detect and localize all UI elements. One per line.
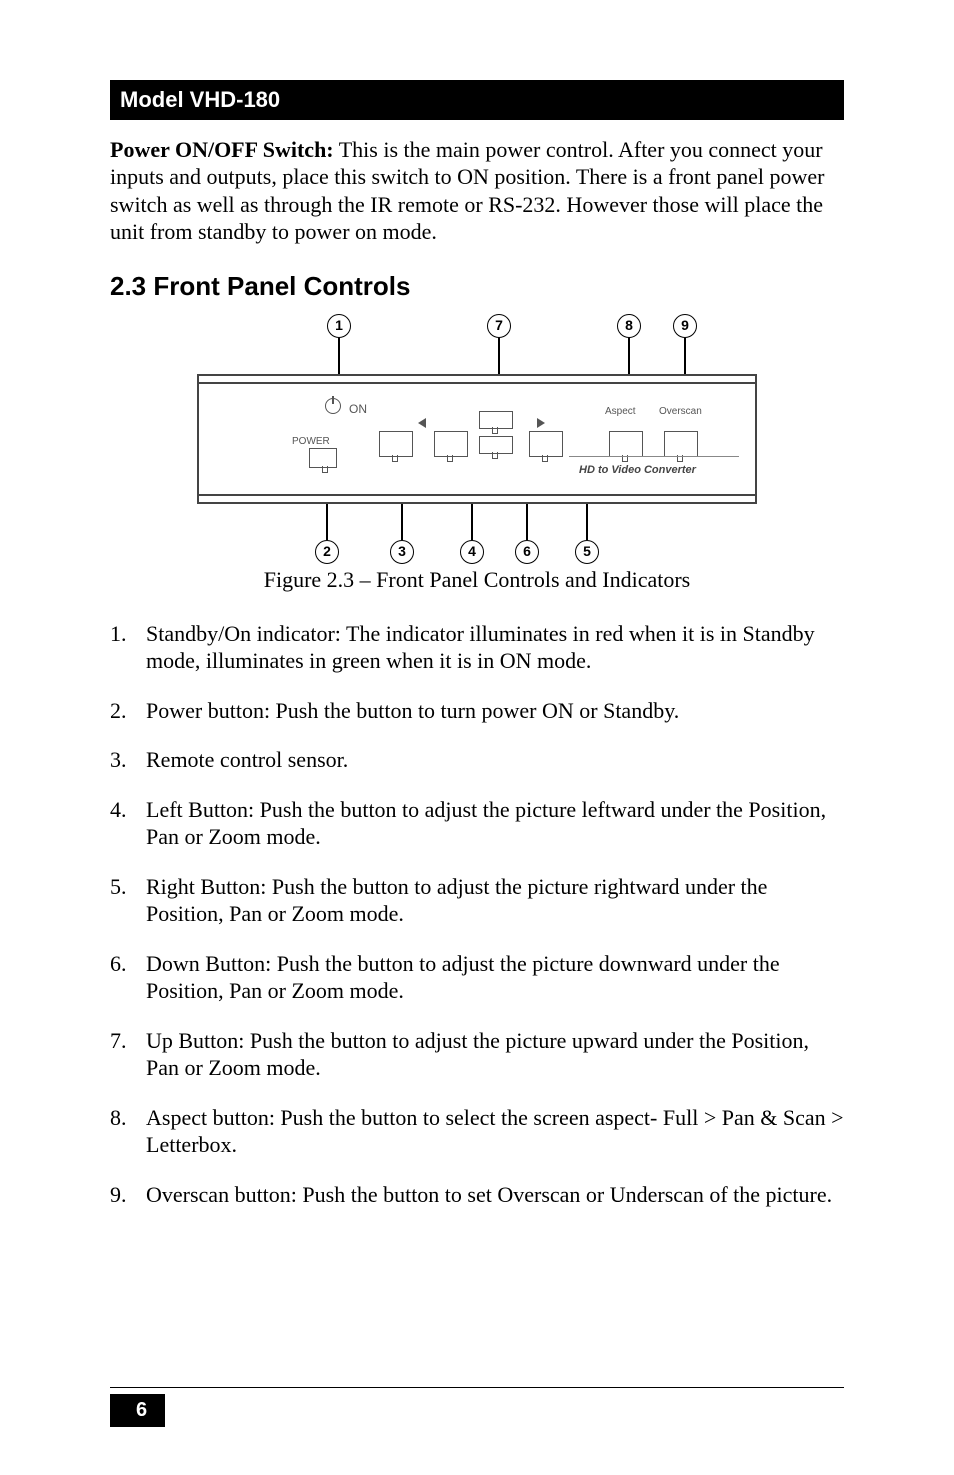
list-item: 2.Power button: Push the button to turn … xyxy=(110,697,844,725)
intro-paragraph: Power ON/OFF Switch: This is the main po… xyxy=(110,136,844,246)
item-number: 8. xyxy=(110,1104,146,1159)
device-label: HD to Video Converter xyxy=(579,464,696,478)
right-button-graphic xyxy=(529,431,563,457)
callout-circle: 6 xyxy=(515,540,539,564)
callout-7: 7 xyxy=(487,314,511,374)
list-item: 4.Left Button: Push the button to adjust… xyxy=(110,796,844,851)
right-arrow-icon xyxy=(537,418,545,428)
item-text: Right Button: Push the button to adjust … xyxy=(146,873,844,928)
callout-2: 2 xyxy=(315,504,339,564)
numbered-list: 1.Standby/On indicator: The indicator il… xyxy=(110,620,844,1209)
aspect-button-graphic xyxy=(609,431,643,457)
item-text: Overscan button: Push the button to set … xyxy=(146,1181,832,1209)
item-number: 9. xyxy=(110,1181,146,1209)
callout-1: 1 xyxy=(327,314,351,374)
aspect-label: Aspect xyxy=(605,406,636,419)
item-number: 5. xyxy=(110,873,146,928)
figure-2-3: 1 7 8 9 ON POWER Aspect Overscan HD to V… xyxy=(110,314,844,610)
item-text: Up Button: Push the button to adjust the… xyxy=(146,1027,844,1082)
overscan-label: Overscan xyxy=(659,406,702,419)
callout-5: 5 xyxy=(575,504,599,564)
item-number: 6. xyxy=(110,950,146,1005)
callout-circle: 1 xyxy=(327,314,351,338)
item-text: Down Button: Push the button to adjust t… xyxy=(146,950,844,1005)
down-button-graphic xyxy=(479,436,513,454)
header-model-bar: Model VHD-180 xyxy=(110,80,844,120)
front-panel-diagram: 1 7 8 9 ON POWER Aspect Overscan HD to V… xyxy=(197,314,757,564)
callout-6: 6 xyxy=(515,504,539,564)
callout-8: 8 xyxy=(617,314,641,374)
callout-9: 9 xyxy=(673,314,697,374)
item-text: Power button: Push the button to turn po… xyxy=(146,697,679,725)
power-label: POWER xyxy=(292,436,330,449)
page-footer: 6 xyxy=(110,1387,844,1427)
item-text: Left Button: Push the button to adjust t… xyxy=(146,796,844,851)
callout-circle: 3 xyxy=(390,540,414,564)
intro-lead: Power ON/OFF Switch: xyxy=(110,137,334,162)
list-item: 7.Up Button: Push the button to adjust t… xyxy=(110,1027,844,1082)
up-button-graphic xyxy=(479,411,513,429)
callout-circle: 2 xyxy=(315,540,339,564)
callout-circle: 5 xyxy=(575,540,599,564)
item-number: 7. xyxy=(110,1027,146,1082)
page-number: 6 xyxy=(110,1394,165,1427)
left-button-graphic xyxy=(434,431,468,457)
list-item: 5.Right Button: Push the button to adjus… xyxy=(110,873,844,928)
power-button-graphic xyxy=(309,448,337,468)
list-item: 1.Standby/On indicator: The indicator il… xyxy=(110,620,844,675)
callout-circle: 9 xyxy=(673,314,697,338)
figure-caption: Figure 2.3 – Front Panel Controls and In… xyxy=(264,566,691,594)
callout-circle: 7 xyxy=(487,314,511,338)
callout-4: 4 xyxy=(460,504,484,564)
sensor-graphic xyxy=(379,431,413,457)
power-icon xyxy=(325,398,341,414)
item-number: 2. xyxy=(110,697,146,725)
item-number: 4. xyxy=(110,796,146,851)
device-panel: ON POWER Aspect Overscan HD to Video Con… xyxy=(197,374,757,504)
item-number: 1. xyxy=(110,620,146,675)
section-heading: 2.3 Front Panel Controls xyxy=(110,270,844,303)
callout-3: 3 xyxy=(390,504,414,564)
list-item: 3.Remote control sensor. xyxy=(110,746,844,774)
item-number: 3. xyxy=(110,746,146,774)
list-item: 8.Aspect button: Push the button to sele… xyxy=(110,1104,844,1159)
left-arrow-icon xyxy=(418,418,426,428)
item-text: Standby/On indicator: The indicator illu… xyxy=(146,620,844,675)
list-item: 6.Down Button: Push the button to adjust… xyxy=(110,950,844,1005)
overscan-button-graphic xyxy=(664,431,698,457)
item-text: Aspect button: Push the button to select… xyxy=(146,1104,844,1159)
callout-circle: 8 xyxy=(617,314,641,338)
list-item: 9.Overscan button: Push the button to se… xyxy=(110,1181,844,1209)
item-text: Remote control sensor. xyxy=(146,746,348,774)
on-label: ON xyxy=(349,402,367,417)
callout-circle: 4 xyxy=(460,540,484,564)
